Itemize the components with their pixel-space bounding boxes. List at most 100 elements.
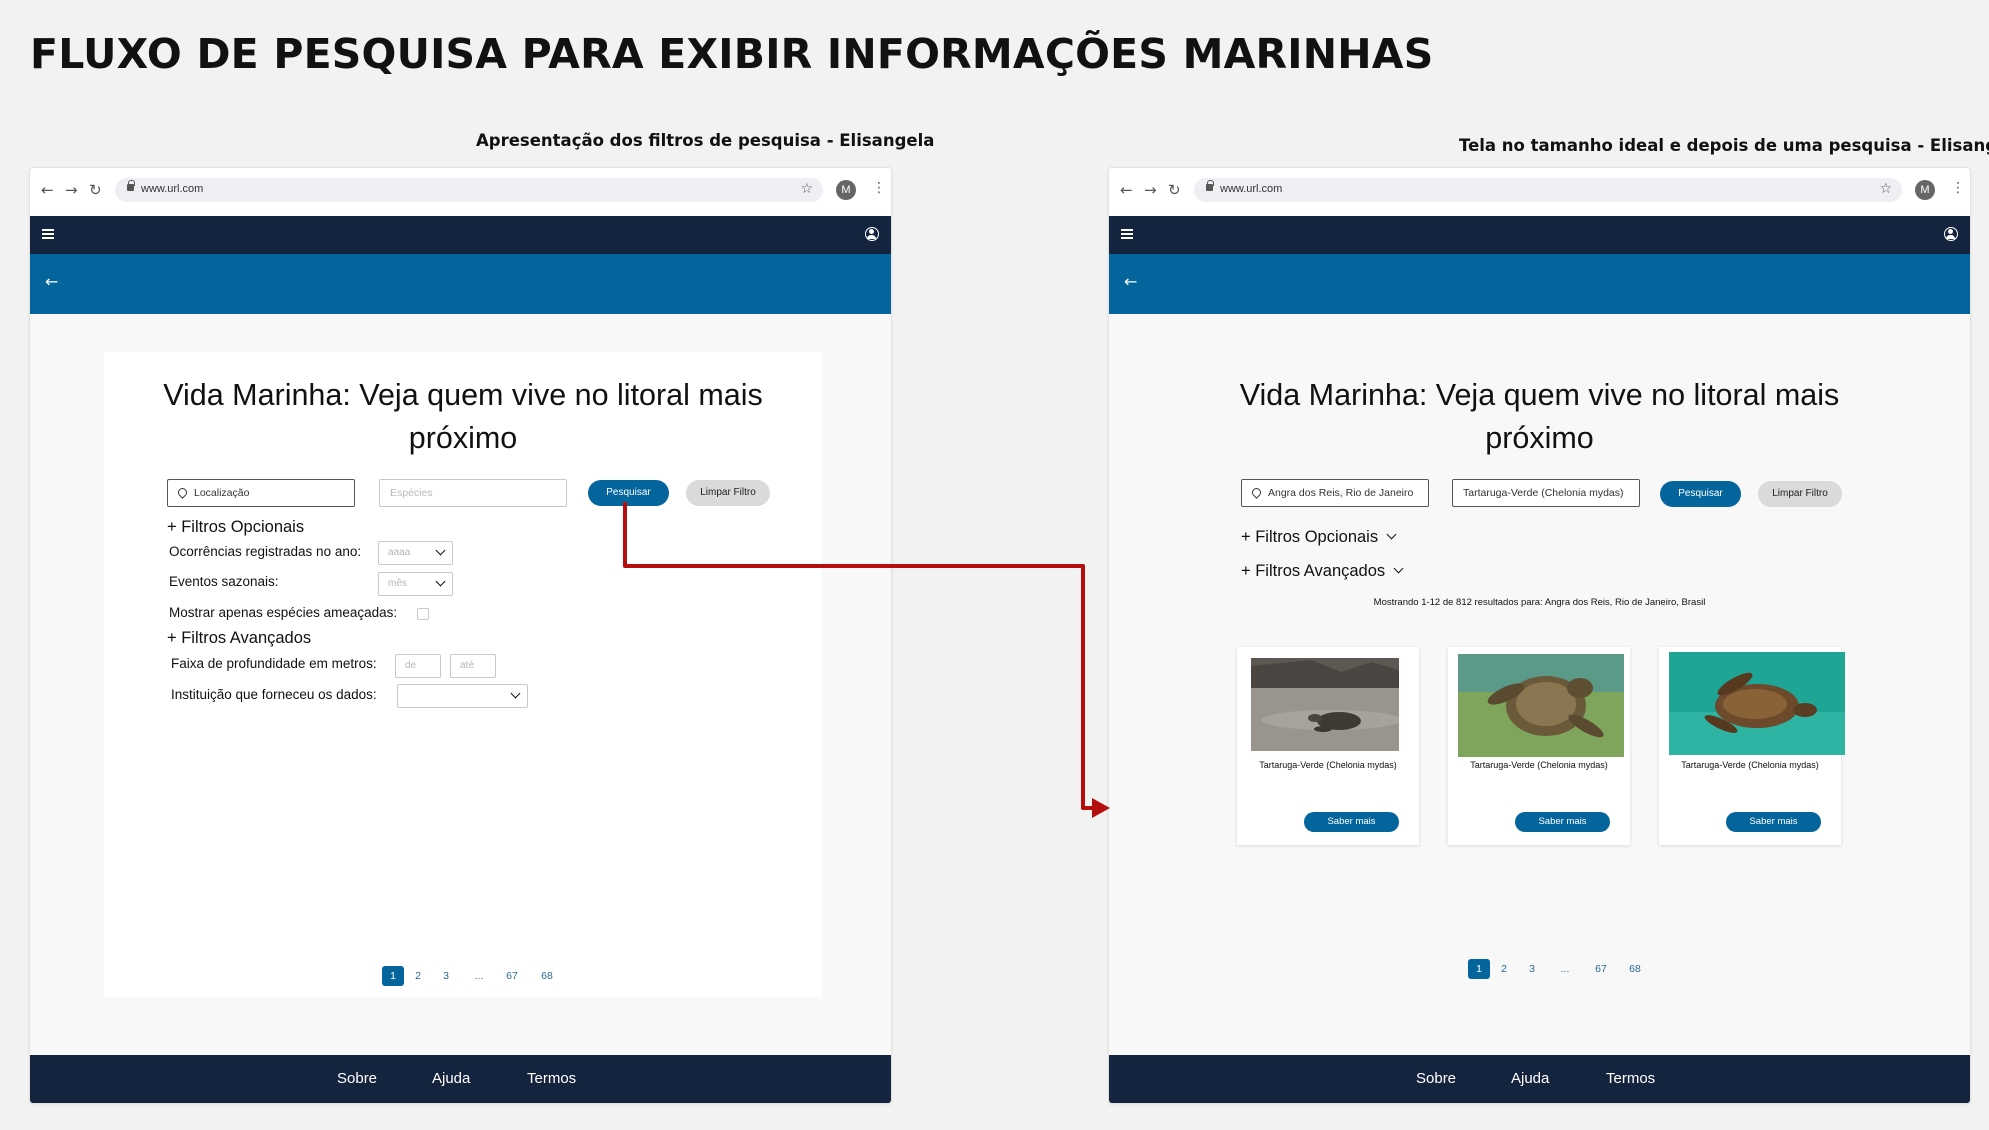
browser-menu-icon[interactable]: ⋮	[1951, 180, 1965, 196]
browser-reload-icon[interactable]: ↻	[1168, 181, 1181, 199]
chevron-down-icon	[435, 545, 446, 556]
location-pin-icon	[1250, 486, 1263, 499]
optional-filters-label: + Filtros Opcionais	[1241, 528, 1379, 546]
page-68[interactable]: 68	[537, 966, 557, 986]
clear-filter-button[interactable]: Limpar Filtro	[686, 480, 770, 506]
institution-label: Instituição que forneceu os dados:	[171, 687, 377, 702]
page-68[interactable]: 68	[1625, 959, 1645, 979]
results-screen-mockup: ← → ↻ www.url.com ☆ M ⋮ ← Vida Marinha: …	[1108, 167, 1971, 1104]
headline-line-2: próximo	[408, 421, 518, 455]
app-header: ←	[1109, 254, 1970, 314]
species-card[interactable]: Tartaruga-Verde (Chelonia mydas) Saber m…	[1659, 647, 1845, 845]
back-arrow-icon[interactable]: ←	[1124, 272, 1137, 291]
footer-link-help[interactable]: Ajuda	[432, 1070, 470, 1087]
page-2[interactable]: 2	[1496, 959, 1512, 979]
month-select[interactable]: mês	[378, 572, 453, 596]
browser-reload-icon[interactable]: ↻	[89, 181, 102, 199]
chevron-down-icon	[435, 576, 446, 587]
species-input[interactable]: Espécies	[379, 479, 567, 507]
footer-link-terms[interactable]: Termos	[527, 1070, 576, 1087]
turtle-photo-beach	[1251, 658, 1399, 751]
address-bar[interactable]: www.url.com ☆	[1194, 178, 1902, 202]
species-value: Tartaruga-Verde (Chelonia mydas)	[1463, 487, 1624, 499]
footer-link-about[interactable]: Sobre	[1416, 1070, 1456, 1087]
hamburger-menu-icon[interactable]	[1121, 229, 1133, 239]
browser-profile-avatar[interactable]: M	[1915, 180, 1935, 200]
page-ellipsis: ...	[474, 970, 484, 982]
footer-link-terms[interactable]: Termos	[1606, 1070, 1655, 1087]
page-headline: Vida Marinha: Veja quem vive no litoral …	[1109, 374, 1970, 460]
footer-link-help[interactable]: Ajuda	[1511, 1070, 1549, 1087]
browser-forward-icon[interactable]: →	[1144, 181, 1157, 199]
learn-more-button[interactable]: Saber mais	[1304, 812, 1399, 832]
search-button[interactable]: Pesquisar	[588, 480, 669, 506]
institution-select[interactable]	[397, 684, 528, 708]
clear-filter-button[interactable]: Limpar Filtro	[1758, 481, 1842, 507]
optional-filters-toggle[interactable]: + Filtros Opcionais	[167, 518, 304, 537]
app-navbar	[1109, 216, 1970, 254]
page-1[interactable]: 1	[1468, 959, 1490, 979]
species-card[interactable]: Tartaruga-Verde (Chelonia mydas) Saber m…	[1448, 647, 1630, 845]
browser-menu-icon[interactable]: ⋮	[872, 180, 886, 196]
bookmark-star-icon[interactable]: ☆	[800, 181, 813, 197]
pagination: 1 2 3 ... 67 68	[1468, 959, 1668, 981]
chevron-down-icon	[1386, 529, 1397, 540]
search-panel: Vida Marinha: Veja quem vive no litoral …	[104, 352, 822, 997]
advanced-filters-toggle[interactable]: + Filtros Avançados	[1241, 562, 1404, 581]
page-1[interactable]: 1	[382, 966, 404, 986]
bookmark-star-icon[interactable]: ☆	[1879, 181, 1892, 197]
turtle-photo-swimming	[1669, 652, 1845, 755]
page-3[interactable]: 3	[438, 966, 454, 986]
month-placeholder: mês	[388, 578, 407, 589]
learn-more-button[interactable]: Saber mais	[1515, 812, 1610, 832]
page-ellipsis: ...	[1560, 963, 1570, 975]
account-icon[interactable]	[865, 227, 879, 241]
depth-range-label: Faixa de profundidade em metros:	[171, 656, 377, 671]
page-2[interactable]: 2	[410, 966, 426, 986]
year-select[interactable]: aaaa	[378, 541, 453, 565]
depth-to-input[interactable]: até	[450, 654, 496, 678]
browser-profile-avatar[interactable]: M	[836, 180, 856, 200]
address-bar[interactable]: www.url.com ☆	[115, 178, 823, 202]
hamburger-menu-icon[interactable]	[42, 229, 54, 239]
threatened-species-label: Mostrar apenas espécies ameaçadas:	[169, 605, 398, 620]
right-frame-label: Tela no tamanho ideal e depois de uma pe…	[1459, 136, 1989, 155]
account-icon[interactable]	[1944, 227, 1958, 241]
pagination: 1 2 3 ... 67 68	[382, 966, 582, 988]
footer-link-about[interactable]: Sobre	[337, 1070, 377, 1087]
back-arrow-icon[interactable]: ←	[45, 272, 58, 291]
url-text: www.url.com	[1220, 183, 1283, 195]
advanced-filters-label: + Filtros Avançados	[1241, 562, 1386, 580]
species-input[interactable]: Tartaruga-Verde (Chelonia mydas)	[1452, 479, 1640, 507]
browser-toolbar: ← → ↻ www.url.com ☆ M ⋮	[30, 168, 891, 216]
page-67[interactable]: 67	[502, 966, 522, 986]
location-input[interactable]: Localização	[167, 479, 355, 507]
advanced-filters-toggle[interactable]: + Filtros Avançados	[167, 629, 311, 648]
lock-icon	[127, 180, 135, 191]
browser-back-icon[interactable]: ←	[41, 181, 54, 199]
species-card[interactable]: Tartaruga-Verde (Chelonia mydas) Saber m…	[1237, 647, 1419, 845]
location-input[interactable]: Angra dos Reis, Rio de Janeiro	[1241, 479, 1429, 507]
browser-forward-icon[interactable]: →	[65, 181, 78, 199]
headline-line-1: Vida Marinha: Veja quem vive no litoral …	[1239, 378, 1840, 412]
headline-line-2: próximo	[1485, 421, 1594, 455]
browser-back-icon[interactable]: ←	[1120, 181, 1133, 199]
lock-icon	[1206, 180, 1214, 191]
species-card-name: Tartaruga-Verde (Chelonia mydas)	[1681, 760, 1819, 770]
seasonal-events-label: Eventos sazonais:	[169, 574, 279, 589]
threatened-species-checkbox[interactable]	[417, 608, 429, 620]
app-footer: Sobre Ajuda Termos	[1109, 1055, 1970, 1103]
diagram-title: FLUXO DE PESQUISA PARA EXIBIR INFORMAÇÕE…	[30, 30, 1434, 78]
page-headline: Vida Marinha: Veja quem vive no litoral …	[104, 374, 822, 460]
species-placeholder: Espécies	[390, 487, 433, 499]
species-card-name: Tartaruga-Verde (Chelonia mydas)	[1259, 760, 1397, 770]
filters-screen-mockup: ← → ↻ www.url.com ☆ M ⋮ ← Vida Marinha: …	[29, 167, 892, 1104]
page-3[interactable]: 3	[1524, 959, 1540, 979]
learn-more-button[interactable]: Saber mais	[1726, 812, 1821, 832]
optional-filters-toggle[interactable]: + Filtros Opcionais	[1241, 528, 1397, 547]
url-text: www.url.com	[141, 183, 204, 195]
page-67[interactable]: 67	[1591, 959, 1611, 979]
search-button[interactable]: Pesquisar	[1660, 481, 1741, 507]
depth-to-placeholder: até	[460, 660, 474, 671]
depth-from-input[interactable]: de	[395, 654, 441, 678]
